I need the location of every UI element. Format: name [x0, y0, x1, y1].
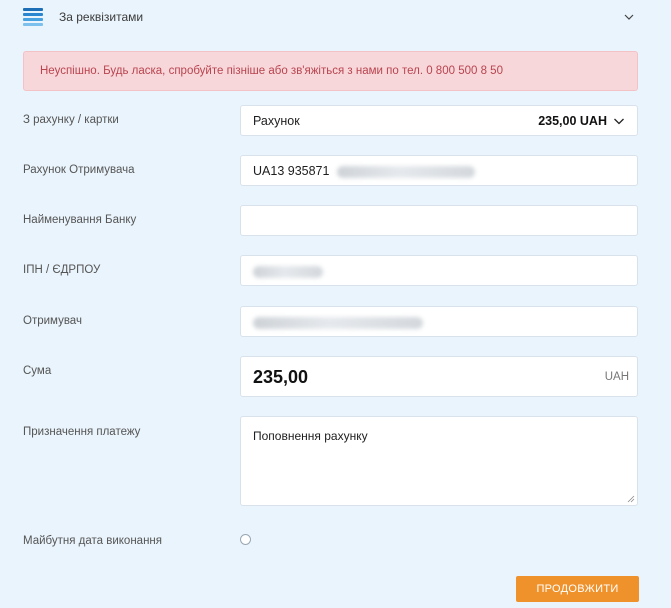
recipient-account-label: Рахунок Отримувача [23, 164, 135, 176]
redacted-text [253, 316, 423, 329]
bank-logo-icon [23, 8, 43, 26]
bank-name-label: Найменування Банку [23, 214, 137, 226]
redacted-text [253, 265, 323, 278]
recipient-input[interactable] [240, 306, 638, 337]
recipient-account-input[interactable]: UA13 935871 [240, 155, 638, 186]
recipient-account-prefix: UA13 935871 [253, 164, 330, 178]
error-alert: Неуспішно. Будь ласка, спробуйте пізніше… [23, 51, 638, 91]
tax-id-input[interactable] [240, 255, 638, 286]
redacted-text [336, 165, 475, 178]
purpose-textarea[interactable]: Поповнення рахунку [240, 416, 638, 506]
amount-label: Сума [23, 365, 52, 377]
from-account-balance: 235,00 UAH [538, 114, 607, 128]
amount-value: 235,00 [253, 367, 309, 387]
bank-name-input[interactable] [240, 205, 638, 236]
section-header[interactable]: За реквізитами [0, 0, 671, 36]
purpose-value: Поповнення рахунку [253, 429, 368, 443]
recipient-label: Отримувач [23, 315, 82, 327]
future-date-radio[interactable] [240, 534, 251, 545]
purpose-label: Призначення платежу [23, 426, 141, 438]
amount-input[interactable]: 235,00 UAH [240, 356, 638, 397]
future-date-label: Майбутня дата виконання [23, 535, 162, 547]
section-title: За реквізитами [59, 10, 144, 24]
tax-id-value [253, 264, 323, 278]
from-account-select[interactable]: Рахунок 235,00 UAH [240, 105, 638, 136]
chevron-down-icon[interactable] [623, 11, 635, 23]
recipient-value [253, 315, 423, 329]
from-account-label: З рахунку / картки [23, 114, 119, 126]
amount-currency: UAH [604, 371, 629, 383]
resize-grip-icon[interactable] [627, 495, 635, 503]
from-account-selected: Рахунок [253, 114, 300, 128]
recipient-account-value: UA13 935871 [253, 164, 475, 178]
continue-button[interactable]: ПРОДОВЖИТИ [516, 576, 639, 602]
tax-id-label: ІПН / ЄДРПОУ [23, 264, 101, 276]
chevron-down-icon [614, 118, 624, 125]
